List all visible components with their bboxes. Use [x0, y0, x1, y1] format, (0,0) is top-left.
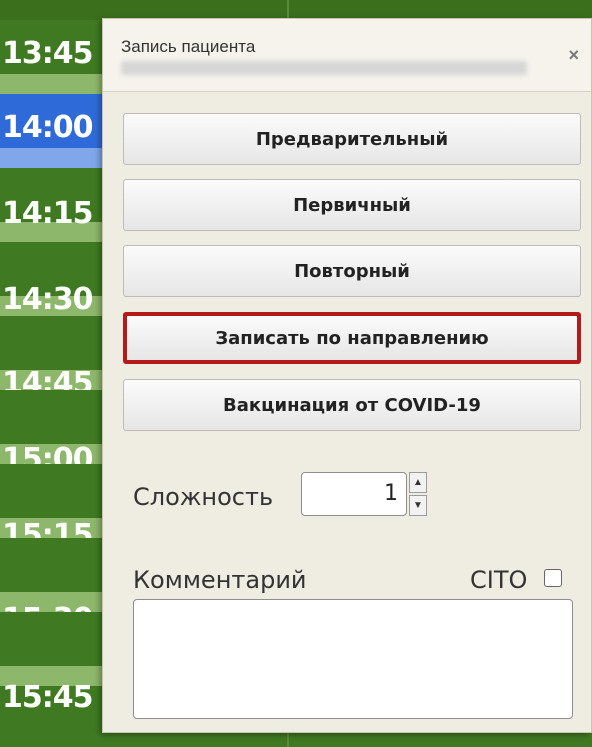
time-label: 14:00 [2, 110, 93, 145]
comment-textarea[interactable] [133, 599, 573, 719]
complexity-stepper: ▲ ▼ [409, 472, 427, 516]
time-label: 13:45 [2, 36, 93, 71]
complexity-label: Сложность [133, 483, 274, 511]
complexity-input[interactable]: 1 [301, 472, 407, 516]
patient-booking-dialog: Запись пациента × Предварительный Первич… [102, 18, 592, 733]
close-icon[interactable]: × [568, 45, 579, 66]
book-by-referral-button[interactable]: Записать по направлению [123, 312, 581, 364]
covid-vaccination-button[interactable]: Вакцинация от COVID-19 [123, 379, 581, 431]
time-label: 14:30 [2, 282, 93, 317]
time-label: 15:45 [2, 680, 93, 715]
redacted-patient-name [121, 61, 527, 75]
complexity-value: 1 [384, 481, 398, 506]
increment-arrow-icon[interactable]: ▲ [409, 472, 427, 493]
decrement-arrow-icon[interactable]: ▼ [409, 495, 427, 516]
primary-visit-button[interactable]: Первичный [123, 179, 581, 231]
dialog-header: Запись пациента × [103, 19, 591, 92]
time-label: 14:15 [2, 196, 93, 231]
cito-checkbox[interactable] [544, 569, 562, 587]
comment-label: Комментарий [133, 566, 307, 594]
cito-label: CITO [470, 566, 528, 594]
repeat-visit-button[interactable]: Повторный [123, 245, 581, 297]
preliminary-button[interactable]: Предварительный [123, 113, 581, 165]
dialog-title: Запись пациента [121, 37, 256, 56]
